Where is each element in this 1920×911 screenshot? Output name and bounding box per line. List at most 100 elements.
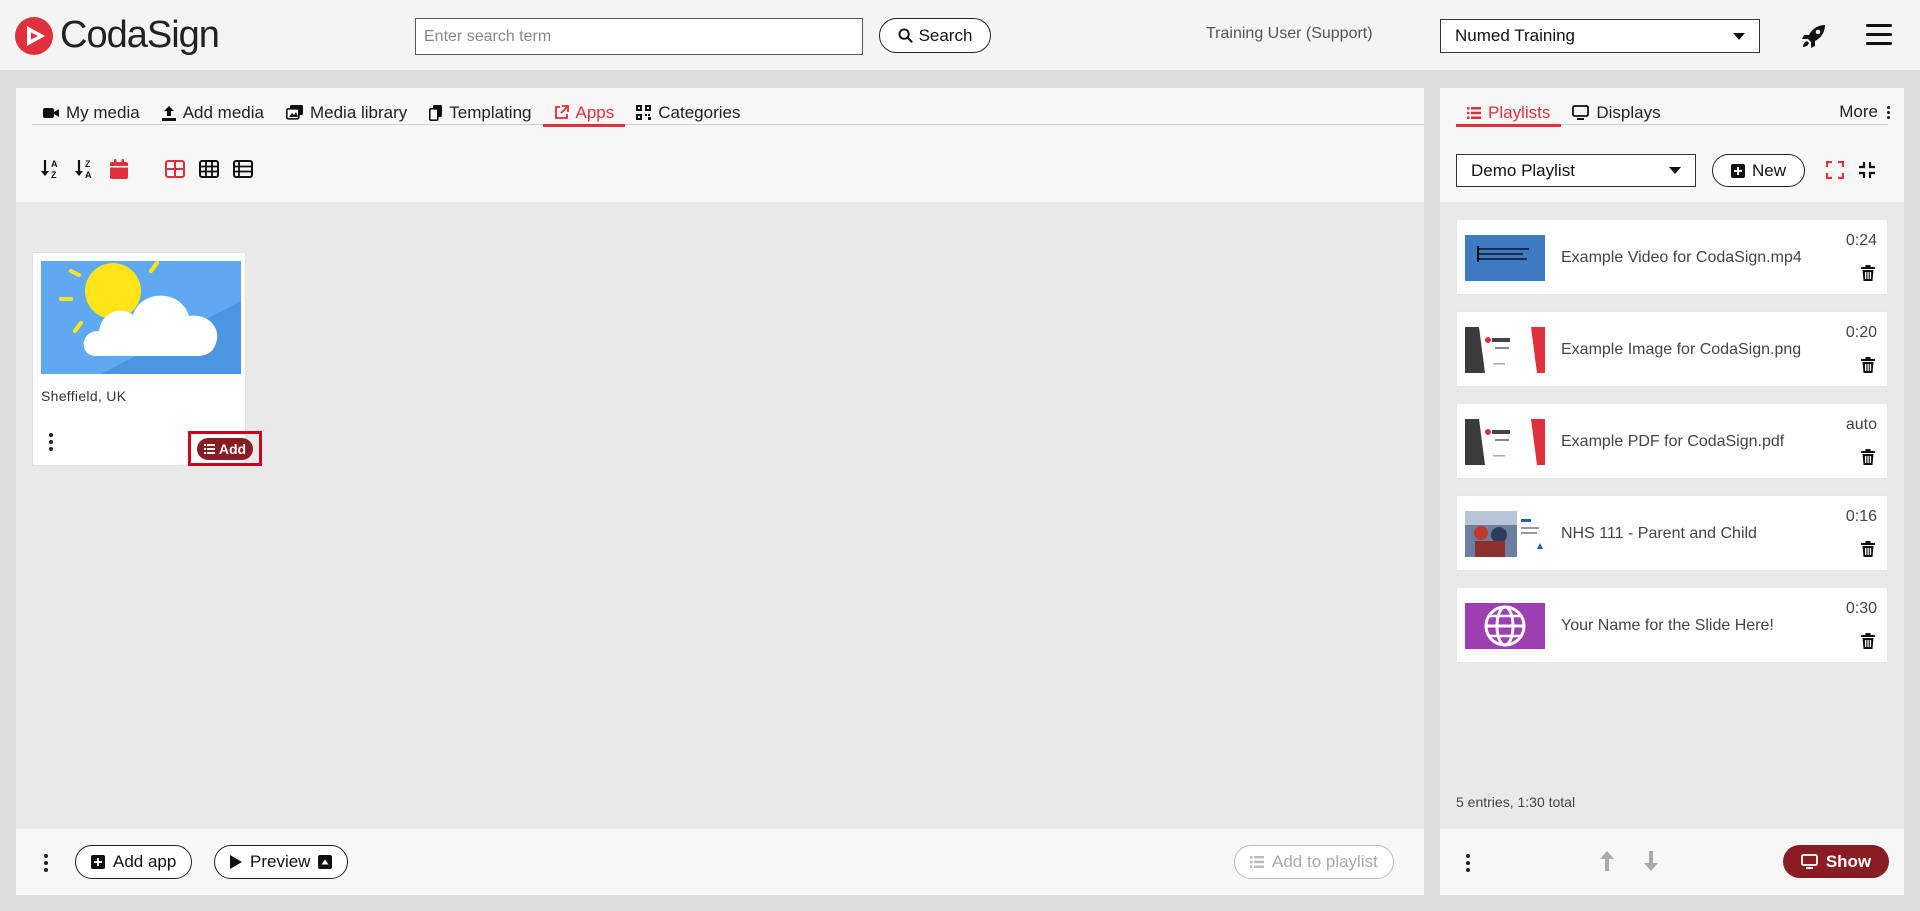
list-view-icon: [233, 160, 253, 178]
move-down-button[interactable]: [1644, 851, 1658, 876]
kebab-icon: [1466, 854, 1470, 858]
trash-icon: [1861, 357, 1875, 373]
preview-button[interactable]: Preview: [214, 845, 349, 879]
tab-apps[interactable]: Apps: [542, 100, 626, 127]
entry-duration: 0:20: [1845, 324, 1877, 341]
view-small-grid-button[interactable]: [196, 158, 222, 180]
entry-thumbnail: [1465, 419, 1545, 465]
entry-duration: 0:16: [1845, 508, 1877, 525]
trash-icon: [1861, 541, 1875, 557]
expand-button[interactable]: [1825, 160, 1845, 184]
view-large-grid-button[interactable]: [162, 158, 188, 180]
monitor-icon: [1800, 854, 1818, 869]
new-playlist-button[interactable]: New: [1712, 154, 1805, 187]
svg-text:A: A: [85, 170, 92, 179]
organisation-select[interactable]: Numed Training: [1440, 19, 1760, 53]
app-card-title: Sheffield, UK: [41, 388, 127, 404]
preview-label: Preview: [250, 852, 311, 871]
sort-date-button[interactable]: [106, 158, 132, 180]
show-button[interactable]: Show: [1783, 845, 1889, 878]
user-label: Training User (Support): [1206, 25, 1373, 42]
delete-entry-button[interactable]: [1861, 265, 1875, 286]
hamburger-icon-line: [1866, 33, 1892, 36]
nhs-photo-thumbnail-icon: [1465, 511, 1545, 557]
kebab-icon-dot: [44, 868, 48, 872]
tab-add-media[interactable]: Add media: [151, 100, 275, 125]
video-camera-icon: [43, 107, 59, 118]
playlist-panel-footer: Show: [1440, 829, 1904, 895]
tab-my-media[interactable]: My media: [32, 100, 151, 125]
sort-az-button[interactable]: AZ: [38, 158, 64, 180]
tab-media-library[interactable]: Media library: [275, 100, 418, 125]
add-app-to-playlist-button[interactable]: Add: [196, 437, 254, 460]
entry-name: Example Video for CodaSign.mp4: [1561, 249, 1802, 266]
tab-templating[interactable]: Templating: [418, 100, 542, 125]
codasign-logo[interactable]: CodaSign: [14, 14, 220, 57]
entry-thumbnail: [1465, 235, 1545, 281]
grid-small-icon: [199, 160, 219, 178]
playlist-entry[interactable]: Example Video for CodaSign.mp4 0:24: [1456, 219, 1888, 295]
add-app-button[interactable]: Add app: [75, 845, 193, 879]
plus-square-icon: [91, 855, 105, 869]
add-to-playlist-highlight: Add: [188, 431, 262, 466]
view-list-button[interactable]: [230, 158, 256, 180]
kebab-icon-dot: [49, 447, 53, 451]
app-card[interactable]: Sheffield, UK Add: [32, 252, 262, 466]
playlist-entry[interactable]: Example Image for CodaSign.png 0:20: [1456, 311, 1888, 387]
delete-entry-button[interactable]: [1861, 633, 1875, 654]
move-up-button[interactable]: [1600, 851, 1614, 876]
tab-label: Add media: [182, 102, 264, 122]
hamburger-icon: [1866, 24, 1892, 27]
kebab-icon: [49, 433, 53, 437]
playlist-entries: Example Video for CodaSign.mp4 0:24 Exam…: [1456, 219, 1888, 679]
kebab-icon-dot: [1466, 861, 1470, 865]
compress-button[interactable]: [1858, 161, 1876, 184]
add-to-playlist-button[interactable]: Add to playlist: [1234, 845, 1394, 879]
trash-icon: [1861, 633, 1875, 649]
entry-thumbnail: [1465, 603, 1545, 649]
kebab-icon-dot: [1886, 115, 1890, 119]
playlist-entry[interactable]: Your Name for the Slide Here! 0:30: [1456, 587, 1888, 663]
tab-label: Categories: [658, 102, 741, 122]
more-menu-button[interactable]: More: [1839, 100, 1892, 124]
add-to-playlist-label: Add to playlist: [1272, 852, 1378, 871]
organisation-select-value: Numed Training: [1455, 26, 1576, 45]
list-icon: [203, 443, 215, 454]
codasign-logo-icon: [15, 16, 53, 55]
delete-entry-button[interactable]: [1861, 357, 1875, 378]
monitor-icon: [1572, 105, 1590, 120]
logo-text: CodaSign: [60, 14, 220, 56]
media-toolbar: AZ ZA: [38, 158, 264, 180]
sort-alpha-up-icon: ZA: [75, 159, 92, 179]
media-options-button[interactable]: [42, 854, 50, 872]
playlist-options-button[interactable]: [1464, 854, 1472, 872]
delete-entry-button[interactable]: [1861, 449, 1875, 470]
main-menu-button[interactable]: [1866, 24, 1892, 51]
images-icon: [285, 105, 303, 120]
globe-thumbnail-icon: [1465, 603, 1545, 649]
tab-label: Playlists: [1488, 102, 1551, 122]
tab-playlists[interactable]: Playlists: [1456, 100, 1562, 127]
rocket-button[interactable]: [1800, 22, 1828, 55]
search-button[interactable]: Search: [879, 18, 991, 53]
app-card-menu-button[interactable]: [47, 433, 55, 451]
svg-text:Z: Z: [85, 159, 91, 169]
trash-icon: [1861, 449, 1875, 465]
delete-entry-button[interactable]: [1861, 541, 1875, 562]
tab-displays[interactable]: Displays: [1561, 100, 1671, 125]
list-icon: [1250, 856, 1264, 868]
expand-icon: [1825, 160, 1845, 180]
kebab-icon-dot: [1886, 110, 1890, 114]
sort-za-button[interactable]: ZA: [72, 158, 98, 180]
playlist-entry[interactable]: Example PDF for CodaSign.pdf auto: [1456, 403, 1888, 479]
show-label: Show: [1825, 851, 1872, 871]
external-link-icon: [554, 105, 569, 119]
playlist-entry[interactable]: NHS 111 - Parent and Child 0:16: [1456, 495, 1888, 571]
weather-icon: [41, 261, 241, 374]
svg-text:A: A: [51, 159, 58, 169]
tab-categories[interactable]: Categories: [625, 100, 751, 125]
kebab-icon: [1884, 105, 1892, 119]
playlist-select[interactable]: Demo Playlist: [1456, 154, 1696, 187]
search-input[interactable]: [415, 18, 863, 55]
hamburger-icon-line: [1866, 42, 1892, 45]
